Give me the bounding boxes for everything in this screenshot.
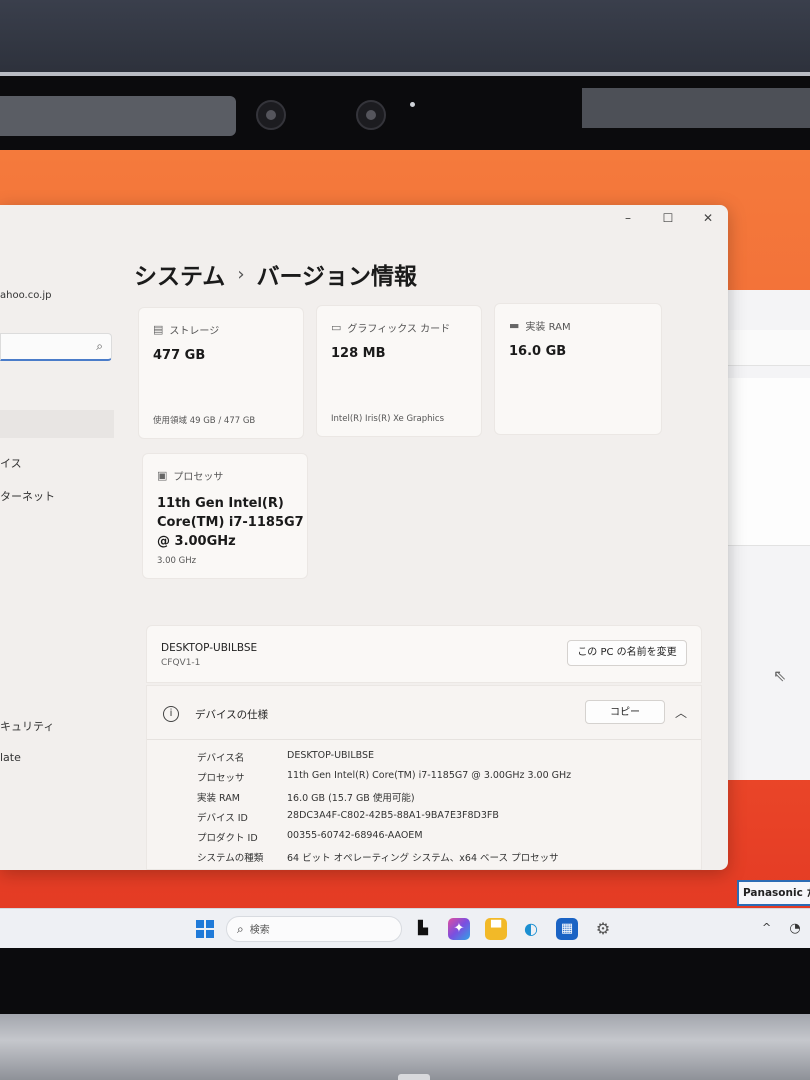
windows-logo-icon bbox=[206, 920, 214, 928]
spec-row: プロセッサ 11th Gen Intel(R) Core(TM) i7-1185… bbox=[197, 770, 571, 784]
device-spec-title: デバイスの仕様 bbox=[195, 709, 269, 721]
windows-logo-icon bbox=[206, 930, 214, 938]
ir-camera-icon bbox=[356, 100, 386, 130]
graphics-value: 128 MB bbox=[331, 346, 386, 361]
chevron-right-icon: › bbox=[237, 263, 245, 285]
ram-caption-label: 実装 RAM bbox=[525, 322, 571, 333]
bezel-tape-left bbox=[0, 96, 236, 136]
mouse-cursor-icon: ⇖ bbox=[773, 666, 787, 685]
ram-caption: ▬ 実装 RAM bbox=[509, 318, 571, 333]
spec-value: DESKTOP-UBILBSE bbox=[287, 750, 375, 761]
spec-row: デバイス名 DESKTOP-UBILBSE bbox=[197, 750, 374, 764]
processor-card[interactable]: ▣ プロセッサ 11th Gen Intel(R) Core(TM) i7-11… bbox=[142, 453, 308, 579]
spec-value: 64 ビット オペレーティング システム、x64 ベース プロセッサ bbox=[287, 853, 559, 864]
device-spec-header[interactable]: i デバイスの仕様 コピー ︿ bbox=[147, 686, 701, 740]
processor-caption: ▣ プロセッサ bbox=[157, 468, 223, 483]
taskbar-search[interactable]: ⌕ 検索 bbox=[226, 916, 402, 942]
spec-value: 00355-60742-68946-AAOEM bbox=[287, 830, 423, 841]
store-icon[interactable]: ▦ bbox=[556, 918, 578, 940]
ram-value: 16.0 GB bbox=[509, 344, 567, 359]
sidebar-item-system-selected[interactable] bbox=[0, 410, 114, 438]
graphics-name: Intel(R) Iris(R) Xe Graphics bbox=[331, 414, 444, 424]
spec-row: 実装 RAM 16.0 GB (15.7 GB 使用可能) bbox=[197, 790, 415, 804]
background-window[interactable] bbox=[720, 290, 810, 780]
sidebar-item-update[interactable]: late bbox=[0, 751, 21, 764]
sidebar-item-devices[interactable]: イス bbox=[0, 455, 22, 471]
graphics-caption-label: グラフィックス カード bbox=[347, 324, 451, 335]
file-explorer-icon[interactable]: ▀ bbox=[485, 918, 507, 940]
search-icon: ⌕ bbox=[237, 922, 244, 936]
copilot-icon[interactable]: ✦ bbox=[448, 918, 470, 940]
windows-logo-icon bbox=[196, 930, 204, 938]
sidebar-item-security[interactable]: キュリティ bbox=[0, 718, 54, 734]
chevron-up-icon[interactable]: ︿ bbox=[675, 704, 687, 721]
graphics-caption: ▭ グラフィックス カード bbox=[331, 320, 450, 335]
spec-key: デバイス ID bbox=[197, 813, 248, 824]
storage-caption-label: ストレージ bbox=[169, 326, 220, 337]
search-icon: ⌕ bbox=[96, 339, 103, 353]
copy-button[interactable]: コピー bbox=[585, 700, 665, 724]
edge-icon[interactable]: ◐ bbox=[520, 918, 542, 940]
task-view-icon[interactable]: ▙ bbox=[412, 918, 434, 940]
sidebar: ahoo.co.jp ⌕ イス ターネット キュリティ late bbox=[0, 205, 120, 870]
laptop-top-bezel bbox=[0, 72, 810, 150]
display-icon: ▭ bbox=[331, 321, 342, 334]
processor-speed: 3.00 GHz bbox=[157, 556, 197, 566]
info-icon: i bbox=[163, 706, 179, 722]
taskbar-search-placeholder: 検索 bbox=[249, 925, 270, 936]
ram-card[interactable]: ▬ 実装 RAM 16.0 GB bbox=[494, 303, 662, 435]
windows-logo-icon bbox=[196, 920, 204, 928]
pc-name: DESKTOP-UBILBSE bbox=[161, 642, 258, 654]
sidebar-item-network[interactable]: ターネット bbox=[0, 488, 55, 504]
storage-card[interactable]: ▤ ストレージ 477 GB 使用領域 49 GB / 477 GB bbox=[138, 307, 304, 439]
processor-value: 11th Gen Intel(R) Core(TM) i7-1185G7 @ 3… bbox=[157, 496, 304, 549]
camera-icon bbox=[256, 100, 286, 130]
rename-pc-button[interactable]: この PC の名前を変更 bbox=[567, 640, 687, 666]
laptop-bottom-bezel bbox=[0, 948, 810, 1014]
spec-key: 実装 RAM bbox=[197, 793, 240, 804]
settings-window: – ☐ ✕ ahoo.co.jp ⌕ イス ターネット キュリティ late シ… bbox=[0, 205, 728, 870]
storage-value: 477 GB bbox=[153, 348, 206, 363]
network-icon[interactable]: ◔ bbox=[784, 918, 806, 940]
spec-value: 16.0 GB (15.7 GB 使用可能) bbox=[287, 793, 415, 804]
breadcrumb: システム › バージョン情報 bbox=[134, 257, 417, 291]
bezel-tape-right bbox=[582, 88, 810, 128]
storage-caption: ▤ ストレージ bbox=[153, 322, 219, 337]
breadcrumb-parent[interactable]: システム bbox=[134, 257, 225, 291]
spec-value: 11th Gen Intel(R) Core(TM) i7-1185G7 @ 3… bbox=[287, 770, 572, 781]
spec-row: デバイス ID 28DC3A4F-C802-42B5-88A1-9BA7E3F8… bbox=[197, 810, 499, 824]
settings-gear-icon[interactable]: ⚙ bbox=[592, 918, 614, 940]
device-name-panel: DESKTOP-UBILBSE CFQV1-1 この PC の名前を変更 bbox=[146, 625, 702, 683]
spec-key: システムの種類 bbox=[197, 853, 264, 864]
pc-model: CFQV1-1 bbox=[161, 658, 201, 668]
page-title: バージョン情報 bbox=[256, 264, 418, 290]
spec-key: デバイス名 bbox=[197, 753, 245, 764]
background-window-toolbar bbox=[721, 330, 810, 366]
account-email: ahoo.co.jp bbox=[0, 290, 52, 301]
spec-key: プロダクト ID bbox=[197, 833, 258, 844]
storage-icon: ▤ bbox=[153, 323, 164, 336]
brand-popup[interactable]: Panasonic た bbox=[737, 880, 810, 906]
start-button[interactable] bbox=[196, 920, 214, 938]
chassis-notch bbox=[398, 1074, 430, 1080]
device-spec-panel: i デバイスの仕様 コピー ︿ デバイス名 DESKTOP-UBILBSE プロ… bbox=[146, 685, 702, 870]
memory-icon: ▬ bbox=[509, 319, 520, 332]
cpu-icon: ▣ bbox=[157, 469, 168, 482]
graphics-card[interactable]: ▭ グラフィックス カード 128 MB Intel(R) Iris(R) Xe… bbox=[316, 305, 482, 437]
storage-usage: 使用領域 49 GB / 477 GB bbox=[153, 416, 256, 426]
settings-search-input[interactable]: ⌕ bbox=[0, 333, 112, 361]
spec-row: システムの種類 64 ビット オペレーティング システム、x64 ベース プロセ… bbox=[197, 850, 559, 864]
processor-caption-label: プロセッサ bbox=[173, 472, 224, 483]
tray-chevron-icon[interactable]: ^ bbox=[762, 921, 771, 934]
spec-row: プロダクト ID 00355-60742-68946-AAOEM bbox=[197, 830, 423, 844]
background-window-pane bbox=[721, 378, 810, 546]
taskbar: ⌕ 検索 ▙ ✦ ▀ ◐ ▦ ⚙ ^ ◔ bbox=[0, 908, 810, 948]
laptop-chassis bbox=[0, 1014, 810, 1080]
spec-key: プロセッサ bbox=[197, 773, 245, 784]
camera-led bbox=[410, 102, 415, 107]
spec-value: 28DC3A4F-C802-42B5-88A1-9BA7E3F8D3FB bbox=[287, 810, 499, 821]
